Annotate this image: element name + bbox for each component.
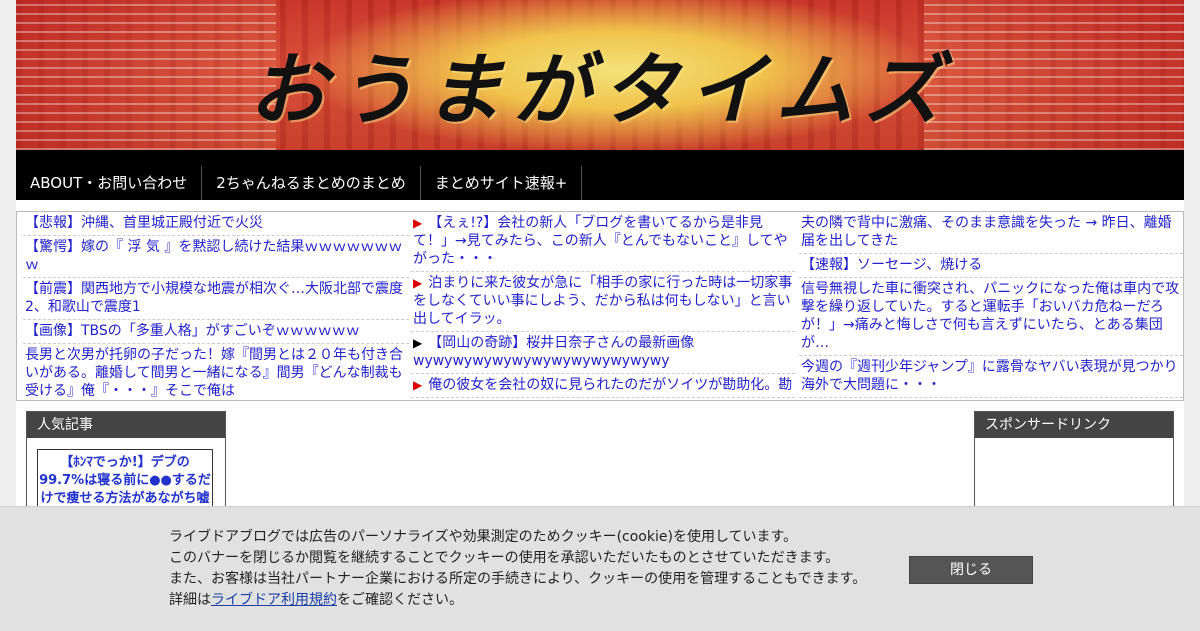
red-triangle-icon: ▶ (413, 276, 423, 290)
feed-link[interactable]: 【画像】TBSの「多重人格」がすごいぞｗｗｗｗｗｗ (23, 320, 409, 344)
feed-column-2: ▶ 【えぇ!?】会社の新人「ブログを書いてるから是非見て！」→見てみたら、この新人… (411, 212, 795, 400)
nav-item-2ch-matome[interactable]: 2ちゃんねるまとめのまとめ (202, 166, 421, 200)
feed-link[interactable]: ▶ 【岡山の奇跡】桜井日奈子さんの最新画像wywywywywywywywywywy… (411, 332, 795, 374)
cookie-line-3: また、お客様は当社パートナー企業における所定の手続きにより、クッキーの使用を管理… (169, 571, 867, 587)
red-triangle-icon: ▶ (413, 216, 423, 230)
feed-link-text: 【えぇ!?】会社の新人「ブログを書いてるから是非見て！」→見てみたら、この新人『… (413, 215, 788, 267)
feed-link[interactable]: ▶ 【えぇ!?】会社の新人「ブログを書いてるから是非見て！」→見てみたら、この新人… (411, 212, 795, 272)
main-nav: ABOUT・お問い合わせ 2ちゃんねるまとめのまとめ まとめサイト速報+ (16, 150, 1184, 200)
site-banner[interactable]: おうまがタイムズ (16, 0, 1184, 150)
red-triangle-icon: ▶ (413, 378, 423, 392)
feed-link-text: 泊まりに来た彼女が急に「相手の家に行った時は一切家事をしなくていい事にしよう、だ… (413, 275, 793, 327)
feed-link[interactable]: 【前震】関西地方で小規模な地震が相次ぐ…大阪北部で震度2、和歌山で震度1 (23, 278, 409, 320)
feed-link[interactable]: 今週の『週刊少年ジャンプ』に露骨なヤバい表現が見つかり海外で大問題に・・・ (799, 356, 1183, 398)
feed-link[interactable]: 【驚愕】嫁の『 浮 気 』を黙認し続けた結果ｗｗｗｗｗｗｗｗ (23, 236, 409, 278)
sponsored-links-heading: スポンサードリンク (975, 412, 1173, 438)
feed-link-text: 【岡山の奇跡】桜井日奈子さんの最新画像wywywywywywywywywywyw… (413, 335, 695, 369)
cookie-notice-text: ライブドアブログでは広告のパーソナライズや効果測定のためクッキー(cookie)… (169, 527, 889, 611)
nav-item-matome-sokuho[interactable]: まとめサイト速報+ (421, 166, 583, 200)
feed-column-3: 夫の隣で背中に激痛、そのまま意識を失った → 昨日、離婚届を出してきた 【速報】… (799, 212, 1183, 400)
feed-link[interactable]: ▶ 泊まりに来た彼女が急に「相手の家に行った時は一切家事をしなくていい事にしよう、… (411, 272, 795, 332)
feed-link[interactable]: ▶ 俺の彼女を会社の奴に見られたのだがソイツが勘助化。勘 (411, 374, 795, 398)
antenna-feed: 【悲報】沖縄、首里城正殿付近で火災 【驚愕】嫁の『 浮 気 』を黙認し続けた結果… (16, 211, 1184, 401)
cookie-line-4: 詳細はライブドア利用規約をご確認ください。 (169, 590, 889, 611)
feed-link[interactable]: 信号無視した車に衝突され、パニックになった俺は車内で攻撃を繰り返していた。すると… (799, 278, 1183, 356)
cookie-line-2: このバナーを閉じるか閲覧を継続することでクッキーの使用を承認いただいたものとさせ… (169, 550, 840, 566)
terms-link[interactable]: ライブドア利用規約 (211, 592, 337, 608)
cookie-close-button[interactable]: 閉じる (909, 556, 1033, 584)
feed-link[interactable]: 長男と次男が托卵の子だった！嫁『間男とは２０年も付き合いがある。離婚して間男と一… (23, 344, 409, 400)
feed-link[interactable]: 【悲報】沖縄、首里城正殿付近で火災 (23, 212, 409, 236)
feed-link[interactable]: 【速報】ソーセージ、焼ける (799, 254, 1183, 278)
black-triangle-icon: ▶ (413, 336, 423, 350)
cookie-detail-suffix: をご確認ください。 (337, 592, 463, 608)
feed-link-text: 俺の彼女を会社の奴に見られたのだがソイツが勘助化。勘 (428, 377, 793, 393)
cookie-consent-banner: ライブドアブログでは広告のパーソナライズや効果測定のためクッキー(cookie)… (0, 506, 1200, 631)
cookie-detail-prefix: 詳細は (169, 592, 211, 608)
popular-articles-heading: 人気記事 (27, 412, 225, 438)
feed-link[interactable]: 夫の隣で背中に激痛、そのまま意識を失った → 昨日、離婚届を出してきた (799, 212, 1183, 254)
site-title[interactable]: おうまがタイムズ (16, 28, 1184, 140)
feed-column-1: 【悲報】沖縄、首里城正殿付近で火災 【驚愕】嫁の『 浮 気 』を黙認し続けた結果… (23, 212, 409, 400)
nav-item-about[interactable]: ABOUT・お問い合わせ (16, 166, 203, 200)
cookie-line-1: ライブドアブログでは広告のパーソナライズや効果測定のためクッキー(cookie)… (169, 529, 798, 545)
